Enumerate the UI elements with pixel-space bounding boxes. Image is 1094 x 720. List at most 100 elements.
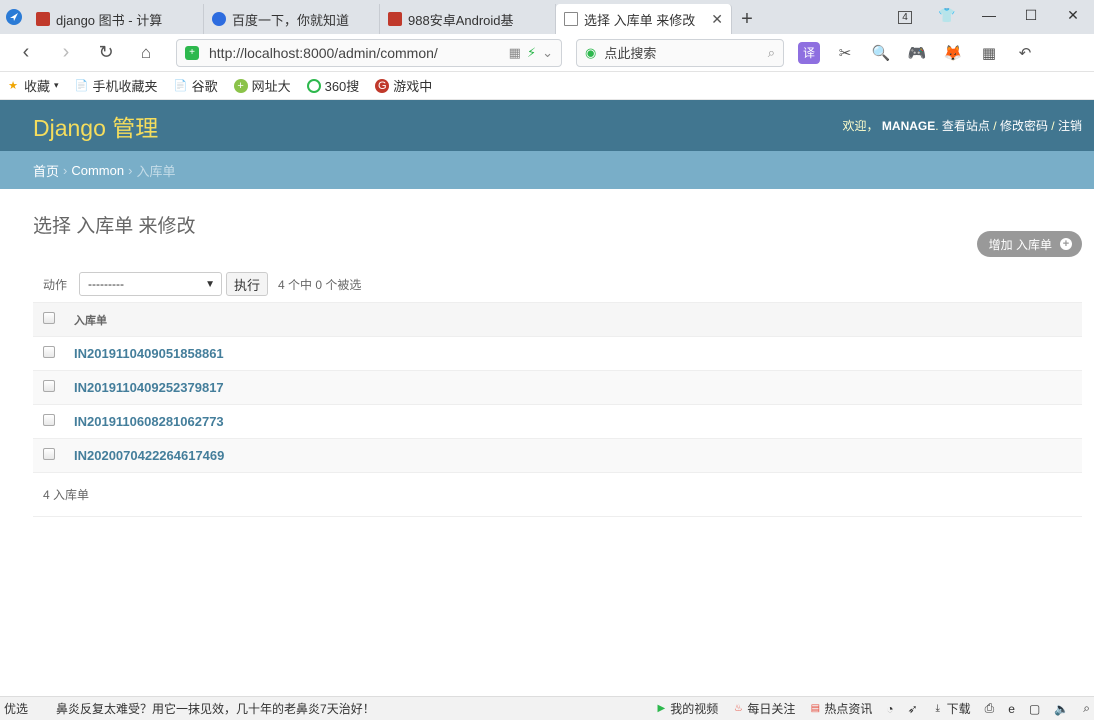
breadcrumb-common[interactable]: Common: [71, 163, 124, 178]
paginator: 4 入库单: [33, 473, 1082, 517]
tab-baidu[interactable]: 百度一下，你就知道: [204, 4, 380, 34]
table-row: IN2020070422264617469: [33, 438, 1082, 473]
bookmark-google[interactable]: 📄 谷歌: [174, 76, 218, 95]
row-checkbox[interactable]: [43, 346, 55, 358]
folder-icon: 📄: [74, 80, 89, 92]
django-tab-icon: [36, 12, 50, 26]
add-inbound-button[interactable]: 增加 入库单 +: [976, 231, 1082, 257]
back-icon[interactable]: ‹: [6, 41, 46, 64]
page-title: 选择 入库单 来修改: [33, 216, 196, 237]
my-video-button[interactable]: ▶ 我的视频: [655, 700, 718, 717]
speed-icon[interactable]: ◔: [886, 702, 893, 716]
window-icon[interactable]: ▢: [1029, 702, 1040, 716]
address-toolbar: ‹ › ↻ ⌂ + http://localhost:8000/admin/co…: [0, 34, 1094, 72]
new-tab-button[interactable]: +: [732, 4, 762, 34]
status-bar: 优选 鼻炎反复太难受？用它一抹见效，几十年的老鼻炎7天治好！ ▶ 我的视频 ♨ 每日…: [0, 696, 1094, 720]
result-table: 入库单 IN2019110409051858861 IN201911040925…: [33, 302, 1082, 473]
bookmark-games[interactable]: G 游戏中: [375, 76, 432, 95]
select-all-checkbox[interactable]: [43, 312, 55, 324]
table-row: IN2019110409252379817: [33, 370, 1082, 405]
view-site-link[interactable]: 查看站点: [942, 119, 990, 133]
bookmarks-bar: ★ 收藏 ▾ 📄 手机收藏夹 📄 谷歌 + 网址大 360搜 G 游戏中: [0, 72, 1094, 100]
translate-icon[interactable]: 译: [798, 41, 820, 64]
daily-focus-button[interactable]: ♨ 每日关注: [732, 700, 796, 717]
bookmark-360[interactable]: 360搜: [306, 76, 359, 95]
gamepad-icon[interactable]: 🎮: [906, 42, 928, 64]
star-icon: ★: [8, 80, 18, 92]
column-header-inbound[interactable]: 入库单: [74, 302, 1082, 337]
row-link[interactable]: IN2020070422264617469: [74, 448, 224, 463]
download-icon: ⤓: [935, 703, 940, 714]
action-select[interactable]: --------- ▼: [79, 272, 223, 296]
dropdown-icon: ▾: [54, 80, 59, 90]
table-row: IN2019110409051858861: [33, 336, 1082, 371]
row-link[interactable]: IN2019110409252379817: [74, 380, 224, 395]
minimize-icon[interactable]: —: [968, 7, 1010, 23]
site-brand[interactable]: Django 管理: [33, 109, 158, 143]
close-tab-icon[interactable]: ✕: [711, 11, 723, 28]
dropdown-arrow-icon: ▼: [205, 278, 216, 290]
magnifier-icon[interactable]: 🔍: [870, 42, 892, 64]
game-icon: G: [375, 78, 390, 93]
select-all-cell: [33, 302, 74, 337]
lightning-icon[interactable]: ⚡: [527, 45, 536, 61]
page-icon: 📄: [173, 80, 188, 92]
tab-django-books[interactable]: django 图书 - 计算: [28, 4, 204, 34]
hot-news-button[interactable]: ▤ 热点资讯: [809, 700, 873, 717]
url-input[interactable]: + http://localhost:8000/admin/common/ ▦ …: [176, 38, 562, 67]
change-password-link[interactable]: 修改密码: [1000, 119, 1048, 133]
browser-logo-icon[interactable]: [0, 0, 28, 34]
chevron-down-icon[interactable]: ⌄: [542, 45, 553, 61]
skin-icon[interactable]: 👕: [926, 7, 968, 24]
news-ticker[interactable]: 鼻炎反复太难受？用它一抹见效，几十年的老鼻炎7天治好！: [56, 700, 416, 717]
row-link[interactable]: IN2019110409051858861: [74, 346, 224, 361]
android-tab-icon: [388, 12, 402, 26]
forward-icon[interactable]: ›: [46, 41, 86, 64]
actions-bar: 动作 --------- ▼ 执行 4 个中 0 个被选: [33, 266, 1082, 302]
tab-select-inbound[interactable]: 选择 入库单 来修改 ✕: [556, 4, 732, 34]
go-button[interactable]: 执行: [226, 272, 269, 296]
download-button[interactable]: ⤓ 下载: [932, 700, 970, 717]
maximize-icon[interactable]: ☐: [1010, 7, 1052, 24]
scissors-icon[interactable]: ✂: [834, 42, 856, 64]
row-checkbox[interactable]: [43, 448, 55, 460]
rocket-icon[interactable]: ➶: [908, 702, 918, 716]
reload-icon[interactable]: ↻: [86, 42, 126, 63]
search-icon[interactable]: ⌕: [768, 45, 775, 61]
news-icon: ▤: [810, 703, 821, 714]
volume-icon[interactable]: 🔈: [1054, 702, 1069, 716]
username: MANAGE: [881, 119, 936, 133]
row-checkbox[interactable]: [43, 414, 55, 426]
bookmark-mobile[interactable]: 📄 手机收藏夹: [75, 76, 158, 95]
grid-icon[interactable]: ▦: [978, 42, 1000, 64]
qr-icon[interactable]: ▦: [509, 45, 521, 61]
breadcrumb: 首页 › Common › 入库单: [0, 151, 1094, 189]
360-icon: [306, 78, 321, 93]
row-link[interactable]: IN2019110608281062773: [74, 414, 224, 429]
search-engine-icon[interactable]: ◉: [585, 45, 596, 61]
video-icon: ▶: [657, 703, 666, 714]
logout-link[interactable]: 注销: [1058, 119, 1082, 133]
browser-tab-bar: django 图书 - 计算 百度一下，你就知道 988安卓Android基 选…: [0, 0, 1094, 34]
page-tab-icon: [564, 12, 578, 26]
status-left-label[interactable]: 优选: [4, 700, 28, 717]
secure-shield-icon: +: [185, 45, 199, 60]
row-checkbox[interactable]: [43, 380, 55, 392]
close-window-icon[interactable]: ✕: [1052, 7, 1094, 24]
bookmark-favorites[interactable]: ★ 收藏 ▾: [6, 76, 59, 95]
tab-count-badge[interactable]: 4: [884, 7, 926, 24]
tab-988-android[interactable]: 988安卓Android基: [380, 4, 556, 34]
zoom-icon[interactable]: ⌕: [1083, 701, 1090, 716]
printer-icon[interactable]: ⎙: [985, 701, 995, 716]
bookmark-hao[interactable]: + 网址大: [233, 76, 291, 95]
breadcrumb-home[interactable]: 首页: [33, 161, 59, 180]
search-input[interactable]: ◉ 点此搜索 ⌕: [576, 38, 784, 67]
toolbar-icons: 译 ✂ 🔍 🎮 🦊 ▦ ↶: [798, 41, 1036, 64]
ie-icon[interactable]: e: [1008, 702, 1015, 716]
main-content: 选择 入库单 来修改 增加 入库单 + 动作 --------- ▼ 执行 4 …: [0, 211, 1094, 517]
home-icon[interactable]: ⌂: [126, 43, 166, 63]
undo-icon[interactable]: ↶: [1014, 42, 1036, 64]
baidu-paw-icon: [212, 12, 226, 26]
user-tools: 欢迎， MANAGE. 查看站点 / 修改密码 / 注销: [842, 119, 1082, 133]
fox-icon[interactable]: 🦊: [942, 42, 964, 64]
